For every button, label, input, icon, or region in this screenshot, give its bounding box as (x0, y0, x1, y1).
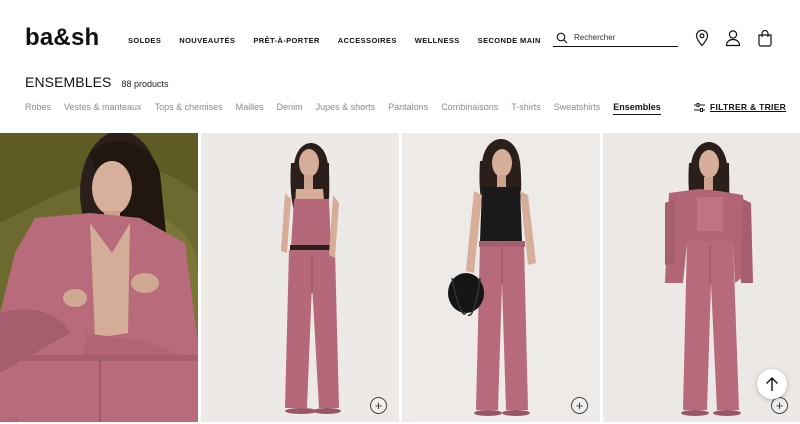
back-to-top-button[interactable] (757, 369, 787, 399)
product-count: 88 products (121, 79, 169, 89)
category-vestes-manteaux[interactable]: Vestes & manteaux (64, 102, 142, 115)
category-t-shirts[interactable]: T-shirts (511, 102, 541, 115)
category-robes[interactable]: Robes (25, 102, 51, 115)
product-image (0, 133, 198, 422)
category-mailles[interactable]: Mailles (236, 102, 264, 115)
product-card[interactable]: + (201, 133, 399, 422)
product-card[interactable]: + (402, 133, 600, 422)
product-image (402, 133, 600, 422)
shopping-bag-icon[interactable] (757, 29, 773, 47)
category-combinaisons[interactable]: Combinaisons (441, 102, 498, 115)
filter-sort-button[interactable]: FILTRER & TRIER (694, 102, 786, 112)
category-denim[interactable]: Denim (277, 102, 303, 115)
product-card[interactable] (0, 133, 198, 422)
product-grid: + + + (0, 133, 800, 424)
search-icon[interactable] (556, 32, 568, 44)
product-image (201, 133, 399, 422)
category-ensembles[interactable]: Ensembles (613, 102, 661, 115)
quick-add-button[interactable]: + (370, 397, 387, 414)
site-header: ba&sh SOLDES NOUVEAUTÉS PRÊT-À-PORTER AC… (0, 0, 800, 78)
search-input[interactable] (574, 33, 674, 42)
category-bar: Robes Vestes & manteaux Tops & chemises … (25, 102, 674, 115)
arrow-up-icon (766, 377, 778, 391)
filter-icon (694, 102, 705, 112)
nav-item-pret-a-porter[interactable]: PRÊT-À-PORTER (253, 36, 319, 45)
brand-logo[interactable]: ba&sh (25, 24, 99, 52)
search-bar (553, 29, 678, 47)
main-nav: SOLDES NOUVEAUTÉS PRÊT-À-PORTER ACCESSOI… (128, 36, 559, 45)
nav-item-soldes[interactable]: SOLDES (128, 36, 161, 45)
page-title: ENSEMBLES (25, 74, 112, 90)
category-tops-chemises[interactable]: Tops & chemises (155, 102, 223, 115)
quick-add-button[interactable]: + (571, 397, 588, 414)
nav-item-seconde-main[interactable]: SECONDE MAIN (478, 36, 541, 45)
page-heading: ENSEMBLES 88 products (25, 74, 169, 90)
nav-item-wellness[interactable]: WELLNESS (415, 36, 460, 45)
location-pin-icon[interactable] (694, 29, 710, 47)
account-icon[interactable] (725, 29, 741, 47)
quick-add-button[interactable]: + (771, 397, 788, 414)
category-sweatshirts[interactable]: Sweatshirts (554, 102, 601, 115)
nav-item-nouveautes[interactable]: NOUVEAUTÉS (179, 36, 235, 45)
category-jupes-shorts[interactable]: Jupes & shorts (316, 102, 376, 115)
nav-item-accessoires[interactable]: ACCESSOIRES (338, 36, 397, 45)
filter-sort-label: FILTRER & TRIER (710, 102, 787, 112)
category-pantalons[interactable]: Pantalons (388, 102, 428, 115)
